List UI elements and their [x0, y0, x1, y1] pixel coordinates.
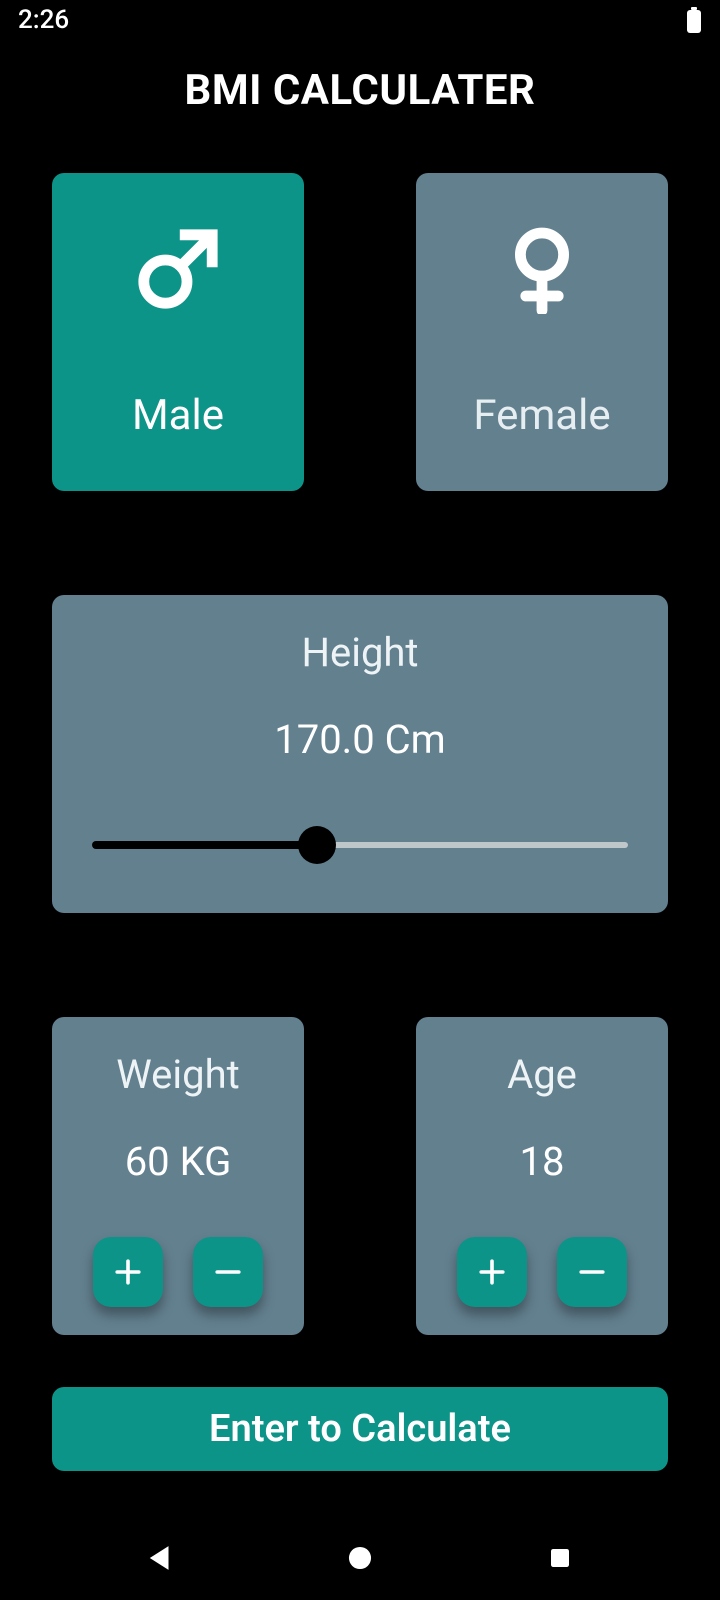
height-slider-thumb[interactable] — [298, 826, 336, 864]
gender-row: Male Female — [52, 173, 668, 491]
battery-icon — [686, 7, 702, 33]
plus-icon — [110, 1254, 146, 1290]
minus-icon — [210, 1254, 246, 1290]
weight-plus-button[interactable] — [93, 1237, 163, 1307]
weight-title: Weight — [116, 1051, 239, 1098]
gender-card-female[interactable]: Female — [416, 173, 668, 491]
plus-icon — [474, 1254, 510, 1290]
weight-value: 60 KG — [125, 1138, 232, 1185]
nav-recent-button[interactable] — [537, 1537, 583, 1583]
gender-card-male[interactable]: Male — [52, 173, 304, 491]
gender-label-male: Male — [132, 391, 224, 440]
status-time: 2:26 — [18, 5, 69, 35]
calculate-button[interactable]: Enter to Calculate — [52, 1387, 668, 1471]
height-slider-fill — [92, 841, 317, 849]
home-circle-icon — [343, 1541, 377, 1579]
nav-back-button[interactable] — [137, 1537, 183, 1583]
height-slider[interactable] — [92, 823, 628, 867]
status-bar: 2:26 — [0, 0, 720, 40]
weight-card: Weight 60 KG — [52, 1017, 304, 1335]
age-minus-button[interactable] — [557, 1237, 627, 1307]
age-buttons — [457, 1237, 627, 1307]
gender-label-female: Female — [473, 391, 610, 440]
app-title: BMI CALCULATER — [0, 40, 720, 155]
weight-minus-button[interactable] — [193, 1237, 263, 1307]
female-icon — [492, 219, 592, 319]
system-nav-bar — [0, 1520, 720, 1600]
age-value: 18 — [520, 1138, 565, 1185]
male-icon — [128, 219, 228, 319]
height-title: Height — [301, 629, 418, 676]
height-card: Height 170.0 Cm — [52, 595, 668, 913]
weight-buttons — [93, 1237, 263, 1307]
age-title: Age — [507, 1051, 577, 1098]
status-right — [686, 7, 702, 33]
back-triangle-icon — [143, 1541, 177, 1579]
calculate-button-label: Enter to Calculate — [209, 1407, 511, 1451]
weight-age-row: Weight 60 KG Age — [52, 1017, 668, 1335]
nav-home-button[interactable] — [337, 1537, 383, 1583]
age-plus-button[interactable] — [457, 1237, 527, 1307]
recent-square-icon — [545, 1543, 575, 1577]
age-card: Age 18 — [416, 1017, 668, 1335]
height-slider-wrap — [52, 823, 668, 867]
minus-icon — [574, 1254, 610, 1290]
height-value: 170.0 Cm — [274, 716, 446, 763]
